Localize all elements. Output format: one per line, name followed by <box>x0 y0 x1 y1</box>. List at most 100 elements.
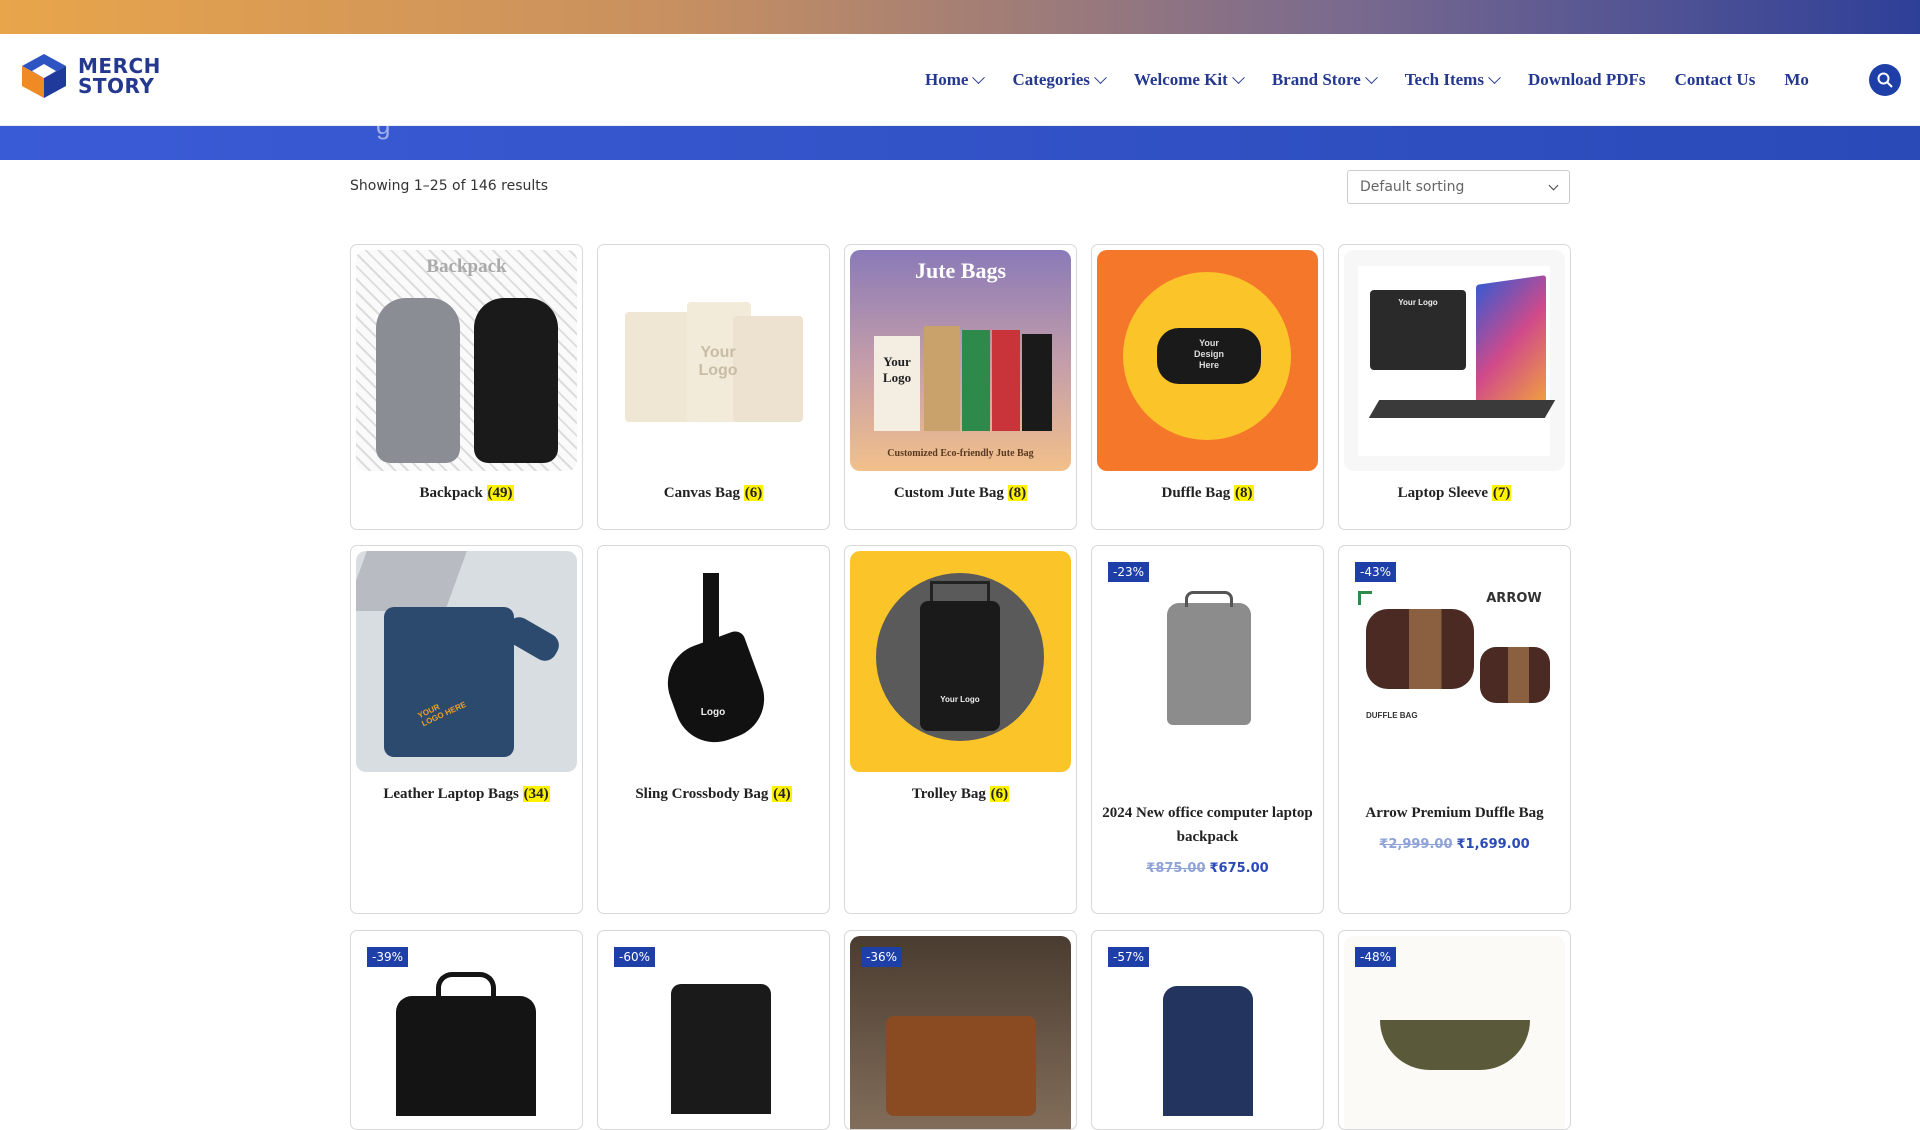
nav-contact-us[interactable]: Contact Us <box>1675 70 1756 90</box>
product-title[interactable]: Arrow Premium Duffle Bag <box>1349 801 1560 825</box>
category-count: (8) <box>1234 485 1254 501</box>
category-card-duffle-bag[interactable]: Your Design Here Duffle Bag (8) <box>1091 244 1324 530</box>
corner-mark-shape <box>1358 591 1372 605</box>
category-card-jute-bag[interactable]: Jute Bags Your Logo Customized Eco-frien… <box>844 244 1077 530</box>
nav-welcome-kit[interactable]: Welcome Kit <box>1133 70 1245 90</box>
top-gradient-band <box>0 0 1920 34</box>
category-label: Canvas Bag (6) <box>598 485 829 502</box>
sale-price: ₹1,699.00 <box>1456 837 1530 852</box>
chevron-down-icon <box>1548 180 1559 190</box>
nav-categories-label: Categories <box>1012 70 1090 89</box>
product-card[interactable]: -36% <box>844 930 1077 1130</box>
nav-brand-store[interactable]: Brand Store <box>1272 70 1378 90</box>
merch-story-logo-icon <box>22 54 66 98</box>
category-count: (49) <box>486 485 514 501</box>
chevron-down-icon <box>972 70 986 84</box>
page-title-banner: g <box>0 110 1920 160</box>
category-label: Custom Jute Bag (8) <box>845 485 1076 502</box>
product-title[interactable]: 2024 New office computer laptop backpack <box>1102 801 1313 849</box>
category-label: Trolley Bag (6) <box>845 786 1076 803</box>
category-image-subtitle: Customized Eco-friendly Jute Bag <box>887 448 1034 459</box>
discount-badge: -43% <box>1355 562 1397 582</box>
old-price: ₹875.00 <box>1146 861 1206 876</box>
search-button[interactable] <box>1869 64 1901 96</box>
category-card-sling-bag[interactable]: Logo Sling Crossbody Bag (4) <box>597 545 830 914</box>
category-image-backpack: Backpack <box>356 250 577 471</box>
category-name: Trolley Bag <box>911 786 986 802</box>
trolley-handle-shape <box>930 581 990 601</box>
category-image-leather-laptop-bags: YOUR LOGO HERE <box>356 551 577 772</box>
category-name: Sling Crossbody Bag <box>635 786 769 802</box>
results-count: Showing 1–25 of 146 results <box>350 178 549 194</box>
product-card[interactable]: -48% <box>1338 930 1571 1130</box>
product-card[interactable]: -43% ARROW DUFFLE BAG Arrow Premium Duff… <box>1338 545 1571 914</box>
discount-badge: -57% <box>1108 947 1150 967</box>
category-name: Canvas Bag <box>663 485 741 501</box>
jute-bag-shape <box>992 330 1020 431</box>
nav-home-label: Home <box>925 70 969 89</box>
category-count: (6) <box>989 786 1010 802</box>
category-name: Backpack <box>419 485 483 501</box>
product-card[interactable]: -57% <box>1091 930 1324 1130</box>
nav-contact-us-label: Contact Us <box>1674 70 1756 89</box>
black-backpack-shape <box>474 298 558 463</box>
grey-backpack-shape <box>1167 603 1251 725</box>
category-image-text: Your Design Here <box>1193 338 1224 370</box>
category-image-title: Jute Bags <box>914 258 1007 283</box>
category-count: (7) <box>1491 485 1512 501</box>
category-image-text: Your Logo <box>698 344 738 379</box>
chevron-down-icon <box>1231 70 1245 84</box>
bag-handle-shape <box>436 972 496 1002</box>
waist-bag-shape <box>1380 1020 1530 1070</box>
nav-categories[interactable]: Categories <box>1012 70 1107 90</box>
category-card-laptop-sleeve[interactable]: Your Logo Laptop Sleeve (7) <box>1338 244 1571 530</box>
category-card-backpack[interactable]: Backpack Backpack (49) <box>350 244 583 530</box>
main-nav: Home Categories Welcome Kit Brand Store … <box>925 34 1838 126</box>
discount-badge: -23% <box>1108 562 1150 582</box>
discount-badge: -36% <box>861 947 903 967</box>
sort-select[interactable]: Default sorting <box>1347 170 1570 204</box>
chevron-down-icon <box>1364 70 1378 84</box>
category-image-sling-bag: Logo <box>603 551 824 772</box>
category-card-leather-laptop-bags[interactable]: YOUR LOGO HERE Leather Laptop Bags (34) <box>350 545 583 914</box>
duffle-bag-shape <box>1366 609 1474 689</box>
brand-line-1: MERCH <box>78 54 161 78</box>
category-image-laptop-sleeve: Your Logo <box>1344 250 1565 471</box>
nav-tech-items[interactable]: Tech Items <box>1405 70 1501 90</box>
product-card[interactable]: -23% 2024 New office computer laptop bac… <box>1091 545 1324 914</box>
black-laptop-bag-shape <box>396 996 536 1116</box>
brown-leather-bag-shape <box>886 1016 1036 1116</box>
product-image-label: DUFFLE BAG <box>1366 711 1418 720</box>
laptop-screen-shape <box>1476 275 1546 413</box>
product-card[interactable]: -39% <box>350 930 583 1130</box>
nav-welcome-kit-label: Welcome Kit <box>1133 70 1228 89</box>
sling-bag-shape <box>656 628 776 754</box>
nav-download-pdfs-label: Download PDFs <box>1527 70 1646 89</box>
product-image-brand: ARROW <box>1486 591 1542 606</box>
site-logo[interactable]: MERCH STORY <box>18 52 161 100</box>
category-card-canvas-bag[interactable]: Your Logo Canvas Bag (6) <box>597 244 830 530</box>
category-count: (34) <box>522 786 550 802</box>
nav-download-pdfs[interactable]: Download PDFs <box>1528 70 1646 90</box>
category-label: Laptop Sleeve (7) <box>1339 485 1570 502</box>
product-image <box>1097 551 1318 772</box>
nav-home[interactable]: Home <box>925 70 986 90</box>
category-count: (6) <box>743 485 764 501</box>
category-count: (8) <box>1007 485 1028 501</box>
category-label: Backpack (49) <box>351 485 582 502</box>
nav-more[interactable]: Mo <box>1784 70 1809 90</box>
black-messenger-bag-shape <box>671 984 771 1114</box>
old-price: ₹2,999.00 <box>1379 837 1453 852</box>
product-card[interactable]: -60% <box>597 930 830 1130</box>
search-icon <box>1877 72 1893 88</box>
brand-line-2: STORY <box>78 74 155 98</box>
sort-selected-value: Default sorting <box>1360 179 1465 195</box>
jute-bag-shape <box>924 326 960 431</box>
category-card-trolley-bag[interactable]: Your Logo Trolley Bag (6) <box>844 545 1077 914</box>
navy-backpack-shape <box>1163 986 1253 1116</box>
category-image-text: Your Logo <box>940 695 980 704</box>
category-name: Custom Jute Bag <box>893 485 1004 501</box>
category-image-jute-bag: Jute Bags Your Logo Customized Eco-frien… <box>850 250 1071 471</box>
blue-laptop-bag-shape <box>384 607 514 757</box>
category-name: Duffle Bag <box>1161 485 1231 501</box>
